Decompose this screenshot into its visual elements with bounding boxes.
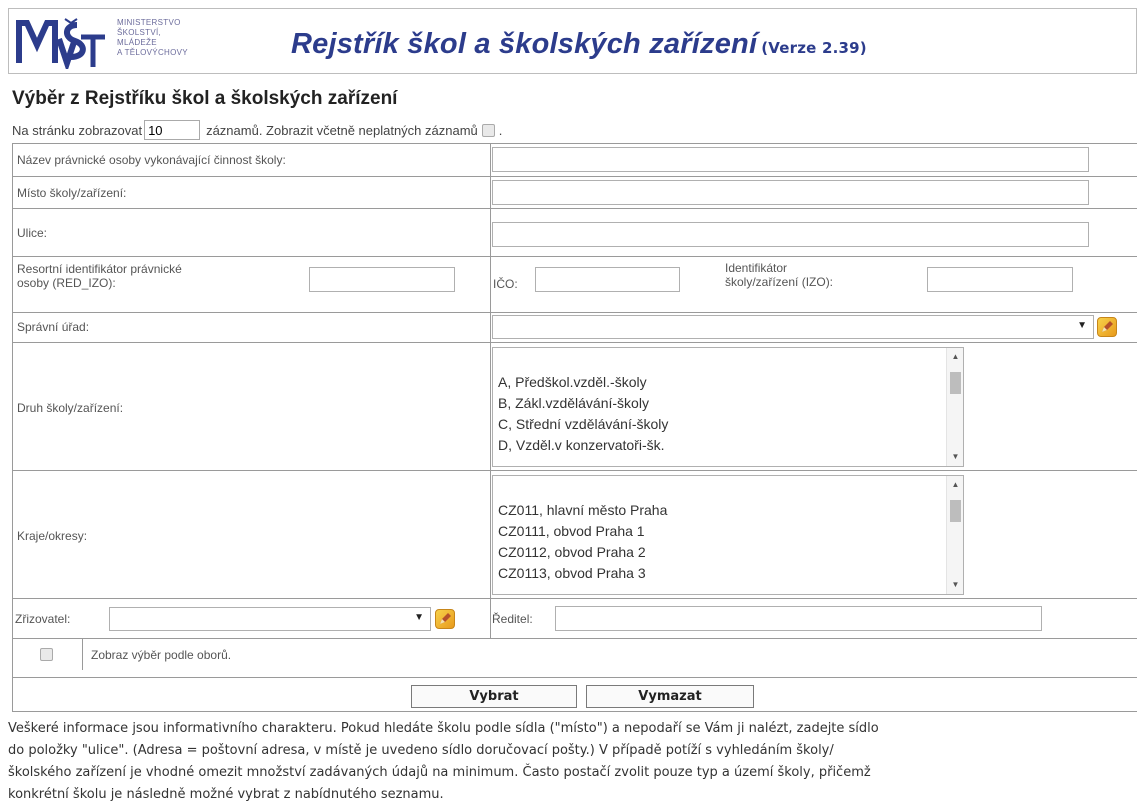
per-page-row: Na stránku zobrazovat záznamů. Zobrazit … <box>12 120 502 140</box>
row-ulice: Ulice: <box>13 208 1137 256</box>
ministry-name: MINISTERSTVO ŠKOLSTVÍ, MLÁDEŽE A TĚLOVÝC… <box>117 18 188 57</box>
izo-input[interactable] <box>927 267 1073 292</box>
druh-label: Druh školy/zařízení: <box>17 401 124 415</box>
misto-input[interactable] <box>492 180 1089 205</box>
submit-button[interactable]: Vybrat <box>411 685 577 708</box>
obory-label: Zobraz výběr podle oborů. <box>91 648 232 662</box>
scroll-up-icon[interactable]: ▲ <box>947 350 963 364</box>
druh-listbox[interactable]: A, Předškol.vzděl.-školy B, Zákl.vzděláv… <box>492 347 964 467</box>
nazev-label: Název právnické osoby vykonávající činno… <box>17 153 286 167</box>
zrizovatel-select[interactable]: ▼ <box>109 607 431 631</box>
row-misto: Místo školy/zařízení: <box>13 176 1137 208</box>
kraje-listbox[interactable]: CZ011, hlavní město Praha CZ0111, obvod … <box>492 475 964 595</box>
kraje-label: Kraje/okresy: <box>17 529 88 543</box>
scroll-thumb[interactable] <box>950 500 961 522</box>
list-item[interactable]: C, Střední vzdělávání-školy <box>498 416 668 432</box>
page-title: Výběr z Rejstříku škol a školských zaříz… <box>12 88 398 109</box>
red-izo-label: Resortní identifikátor právnické osoby (… <box>17 262 182 290</box>
list-item[interactable]: CZ0112, obvod Praha 2 <box>498 544 646 560</box>
ico-label: IČO: <box>493 277 518 291</box>
misto-label: Místo školy/zařízení: <box>17 186 127 200</box>
scrollbar[interactable]: ▲ ▼ <box>946 348 963 466</box>
per-page-label: Na stránku zobrazovat <box>12 122 143 138</box>
list-item[interactable]: D, Vzděl.v konzervatoři-šk. <box>498 437 665 453</box>
list-item[interactable]: CZ0113, obvod Praha 3 <box>498 565 646 581</box>
dropdown-arrow-icon: ▼ <box>1077 320 1087 331</box>
msmt-logo <box>16 18 105 69</box>
ico-input[interactable] <box>535 267 680 292</box>
scroll-down-icon[interactable]: ▼ <box>947 578 963 592</box>
per-page-input[interactable] <box>144 120 201 140</box>
list-item[interactable]: A, Předškol.vzděl.-školy <box>498 374 647 390</box>
app-title: Rejstřík škol a školských zařízení (Verze… <box>291 28 867 60</box>
scroll-down-icon[interactable]: ▼ <box>947 450 963 464</box>
scroll-thumb[interactable] <box>950 372 961 394</box>
search-form: Název právnické osoby vykonávající činno… <box>12 143 1137 712</box>
reditel-input[interactable] <box>555 606 1042 631</box>
obory-checkbox[interactable] <box>40 648 53 661</box>
spravni-urad-label: Správní úřad: <box>17 320 90 334</box>
list-item[interactable]: B, Zákl.vzdělávání-školy <box>498 395 649 411</box>
list-item[interactable]: CZ0111, obvod Praha 1 <box>498 523 645 539</box>
app-version: (Verze 2.39) <box>761 39 867 57</box>
izo-label: Identifikátor školy/zařízení (IZO): <box>725 261 834 289</box>
app-header: MINISTERSTVO ŠKOLSTVÍ, MLÁDEŽE A TĚLOVÝC… <box>8 8 1137 74</box>
row-nazev: Název právnické osoby vykonávající činno… <box>13 144 1137 176</box>
per-page-suffix: záznamů. Zobrazit včetně neplatných zázn… <box>206 122 478 138</box>
spravni-urad-select[interactable]: ▼ <box>492 315 1094 339</box>
clear-button[interactable]: Vymazat <box>586 685 754 708</box>
row-druh: Druh školy/zařízení: A, Předškol.vzděl.-… <box>13 342 1137 470</box>
row-identifiers: Resortní identifikátor právnické osoby (… <box>13 256 1137 312</box>
zrizovatel-label: Zřizovatel: <box>15 612 71 626</box>
dropdown-arrow-icon: ▼ <box>414 612 424 623</box>
edit-icon[interactable] <box>1097 317 1117 337</box>
edit-icon[interactable] <box>435 609 455 629</box>
scroll-up-icon[interactable]: ▲ <box>947 478 963 492</box>
row-obory: Zobraz výběr podle oborů. <box>13 638 1137 670</box>
row-kraje: Kraje/okresy: CZ011, hlavní město Praha … <box>13 470 1137 598</box>
reditel-label: Ředitel: <box>492 612 533 626</box>
ulice-label: Ulice: <box>17 226 48 240</box>
red-izo-input[interactable] <box>309 267 455 292</box>
row-spravni-urad: Správní úřad: ▼ <box>13 312 1137 342</box>
include-invalid-checkbox[interactable] <box>481 123 495 137</box>
nazev-input[interactable] <box>492 147 1089 172</box>
list-item[interactable]: CZ011, hlavní město Praha <box>498 502 667 518</box>
row-zrizovatel: Zřizovatel: ▼ Ředitel: <box>13 598 1137 638</box>
ulice-input[interactable] <box>492 222 1089 247</box>
info-text: Veškeré informace jsou informativního ch… <box>8 721 879 802</box>
row-buttons: Vybrat Vymazat <box>13 677 1137 713</box>
scrollbar[interactable]: ▲ ▼ <box>946 476 963 594</box>
